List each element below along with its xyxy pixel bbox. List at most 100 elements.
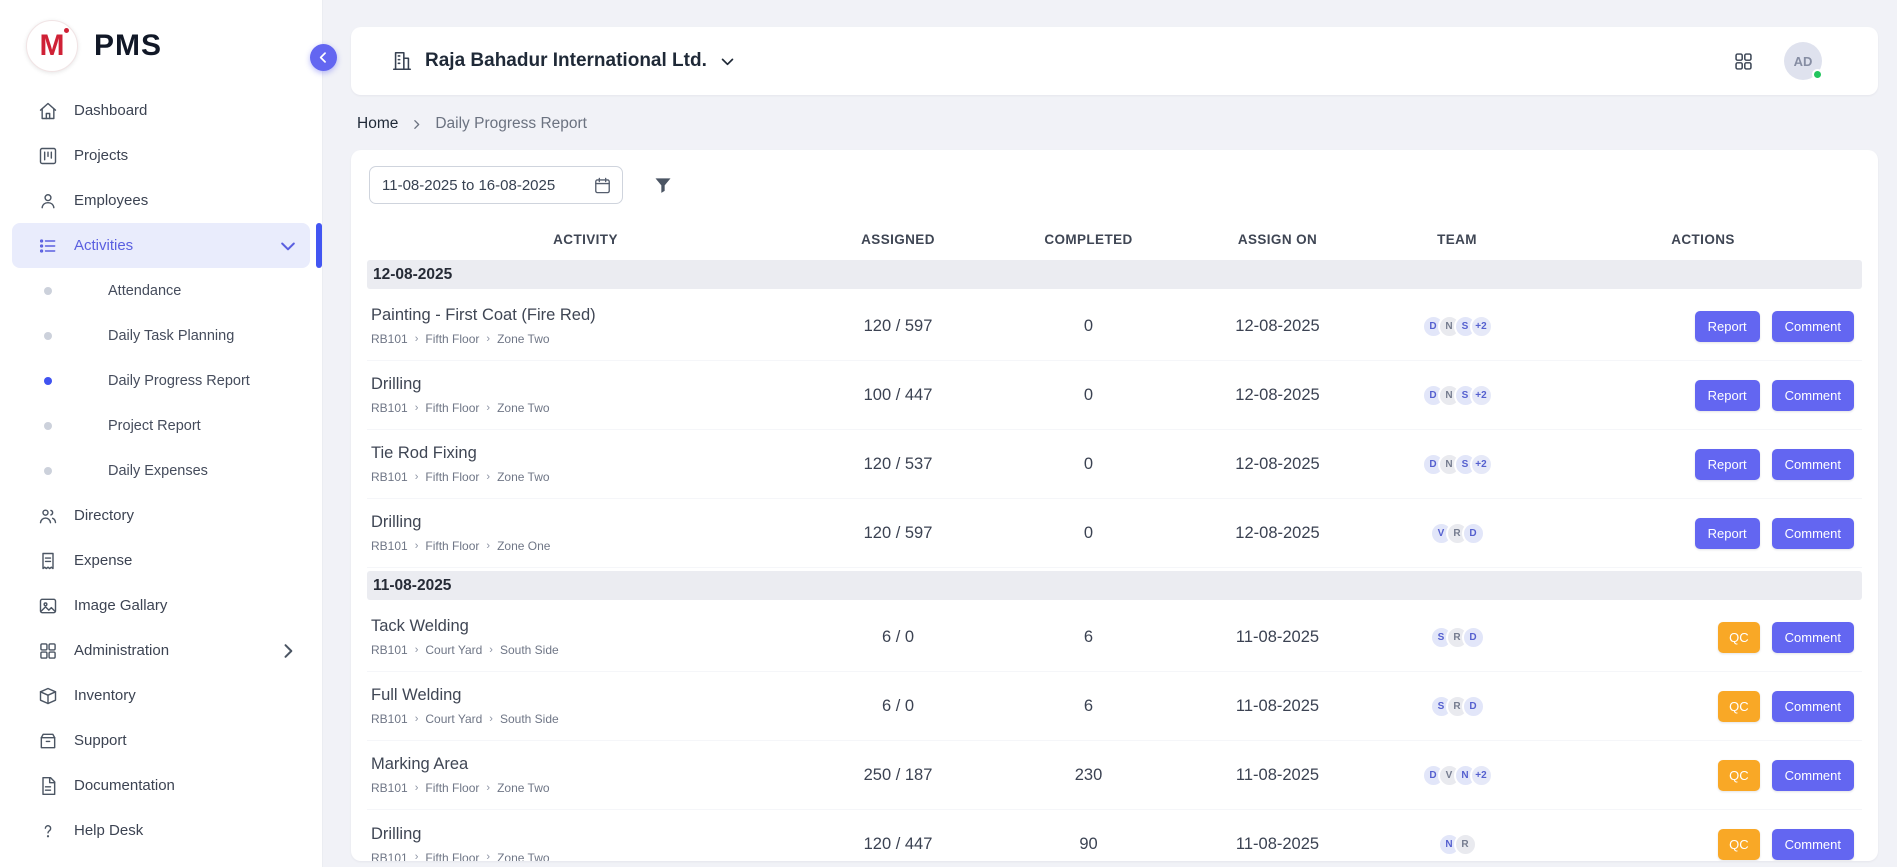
report-button[interactable]: Report (1695, 518, 1760, 549)
team-cell: SRD (1370, 626, 1544, 649)
documentation-icon (38, 776, 58, 796)
sidebar-item-projects[interactable]: Projects (12, 133, 310, 178)
sidebar-collapse-button[interactable] (310, 44, 337, 71)
user-avatar[interactable]: AD (1784, 42, 1822, 80)
completed-cell: 0 (992, 317, 1185, 336)
sidebar-item-help-desk[interactable]: Help Desk (12, 808, 310, 853)
bullet-icon (44, 287, 52, 295)
breadcrumb-home[interactable]: Home (357, 115, 398, 133)
path-segment: RB101 (371, 332, 408, 346)
apps-grid-icon[interactable] (1733, 51, 1754, 72)
comment-button[interactable]: Comment (1772, 691, 1854, 722)
helpdesk-icon (38, 821, 58, 841)
path-segment: RB101 (371, 539, 408, 553)
report-button[interactable]: Report (1695, 311, 1760, 342)
report-button[interactable]: Report (1695, 449, 1760, 480)
sidebar-item-label: Activities (74, 237, 133, 254)
activity-cell: DrillingRB101›Fifth Floor›Zone Two (367, 375, 804, 415)
bullet-icon (44, 467, 52, 475)
sidebar-item-activities[interactable]: Activities (12, 223, 310, 268)
comment-button[interactable]: Comment (1772, 311, 1854, 342)
activity-name: Painting - First Coat (Fire Red) (367, 306, 804, 325)
team-cell: DVN+2 (1370, 764, 1544, 787)
comment-button[interactable]: Comment (1772, 380, 1854, 411)
sidebar-subitem-label: Daily Task Planning (108, 328, 234, 344)
completed-cell: 0 (992, 524, 1185, 543)
sidebar-subitem-daily-progress-report[interactable]: Daily Progress Report (12, 358, 310, 403)
bullet-icon (44, 422, 52, 430)
path-separator-icon: › (415, 403, 419, 414)
team-member-avatar: D (1462, 626, 1485, 649)
sidebar-subitem-label: Project Report (108, 418, 201, 434)
team-extra-count: +2 (1470, 453, 1493, 476)
activity-cell: DrillingRB101›Fifth Floor›Zone One (367, 513, 804, 553)
filter-icon[interactable] (653, 175, 673, 195)
column-header-assign-on: ASSIGN ON (1185, 232, 1370, 247)
path-segment: Fifth Floor (425, 470, 479, 484)
date-group-header: 11-08-2025 (367, 571, 1862, 600)
chevron-down-icon (278, 236, 298, 256)
chevron-down-icon (719, 53, 736, 70)
assign-on-cell: 11-08-2025 (1185, 628, 1370, 647)
path-segment: Zone One (497, 539, 550, 553)
comment-button[interactable]: Comment (1772, 449, 1854, 480)
path-segment: Court Yard (425, 712, 482, 726)
path-segment: Fifth Floor (425, 332, 479, 346)
path-segment: Zone Two (497, 470, 549, 484)
sidebar-subitem-daily-expenses[interactable]: Daily Expenses (12, 448, 310, 493)
actions-cell: QC Comment (1544, 691, 1862, 722)
path-segment: RB101 (371, 781, 408, 795)
qc-button[interactable]: QC (1718, 829, 1760, 860)
sidebar-subitem-daily-task-planning[interactable]: Daily Task Planning (12, 313, 310, 358)
activity-name: Drilling (367, 825, 804, 844)
qc-button[interactable]: QC (1718, 691, 1760, 722)
team-cell: VRD (1370, 522, 1544, 545)
report-button[interactable]: Report (1695, 380, 1760, 411)
table-row: Tie Rod FixingRB101›Fifth Floor›Zone Two… (367, 430, 1862, 499)
sidebar-subitem-label: Attendance (108, 283, 181, 299)
activity-cell: Tie Rod FixingRB101›Fifth Floor›Zone Two (367, 444, 804, 484)
sidebar-item-directory[interactable]: Directory (12, 493, 310, 538)
sidebar-item-label: Inventory (74, 687, 136, 704)
comment-button[interactable]: Comment (1772, 622, 1854, 653)
sidebar-subitem-project-report[interactable]: Project Report (12, 403, 310, 448)
path-separator-icon: › (486, 852, 490, 861)
completed-cell: 230 (992, 766, 1185, 785)
assigned-cell: 120 / 447 (804, 835, 992, 854)
sidebar-item-image-gallary[interactable]: Image Gallary (12, 583, 310, 628)
sidebar-item-documentation[interactable]: Documentation (12, 763, 310, 808)
date-range-value: 11-08-2025 to 16-08-2025 (382, 177, 555, 194)
sidebar-item-employees[interactable]: Employees (12, 178, 310, 223)
activity-name: Drilling (367, 513, 804, 532)
comment-button[interactable]: Comment (1772, 518, 1854, 549)
sidebar-item-inventory[interactable]: Inventory (12, 673, 310, 718)
path-segment: Zone Two (497, 332, 549, 346)
table-row: Marking AreaRB101›Fifth Floor›Zone Two25… (367, 741, 1862, 810)
company-selector[interactable]: Raja Bahadur International Ltd. (391, 50, 736, 72)
content-card: 11-08-2025 to 16-08-2025 ACTIVITYASSIGNE… (351, 150, 1878, 861)
sidebar-subitem-attendance[interactable]: Attendance (12, 268, 310, 313)
qc-button[interactable]: QC (1718, 760, 1760, 791)
path-segment: Court Yard (425, 643, 482, 657)
completed-cell: 0 (992, 455, 1185, 474)
path-segment: RB101 (371, 643, 408, 657)
support-icon (38, 731, 58, 751)
activity-cell: DrillingRB101›Fifth Floor›Zone Two (367, 825, 804, 862)
path-segment: South Side (500, 643, 559, 657)
comment-button[interactable]: Comment (1772, 829, 1854, 860)
qc-button[interactable]: QC (1718, 622, 1760, 653)
sidebar-item-expense[interactable]: Expense (12, 538, 310, 583)
sidebar-item-dashboard[interactable]: Dashboard (12, 88, 310, 133)
date-range-input[interactable]: 11-08-2025 to 16-08-2025 (369, 166, 623, 204)
sidebar-item-administration[interactable]: Administration (12, 628, 310, 673)
activity-name: Full Welding (367, 686, 804, 705)
completed-cell: 6 (992, 697, 1185, 716)
assign-on-cell: 11-08-2025 (1185, 766, 1370, 785)
assign-on-cell: 12-08-2025 (1185, 524, 1370, 543)
comment-button[interactable]: Comment (1772, 760, 1854, 791)
activity-name: Marking Area (367, 755, 804, 774)
sidebar-item-support[interactable]: Support (12, 718, 310, 763)
top-header-bar: Raja Bahadur International Ltd. AD (351, 27, 1878, 95)
path-separator-icon: › (486, 541, 490, 552)
home-icon (38, 101, 58, 121)
